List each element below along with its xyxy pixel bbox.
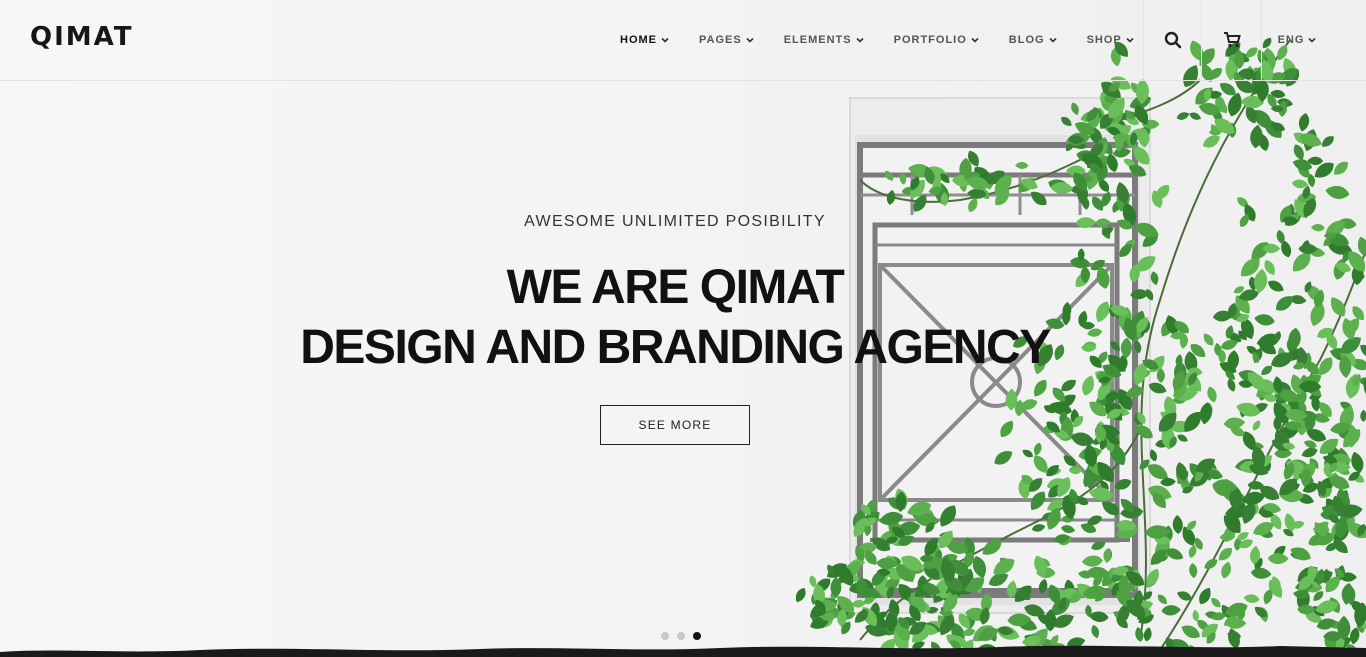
nav-item-portfolio[interactable]: PORTFOLIO bbox=[894, 34, 979, 46]
nav-item-elements[interactable]: ELEMENTS bbox=[784, 34, 864, 46]
chevron-down-icon bbox=[1126, 37, 1134, 43]
logo[interactable]: QIMAT bbox=[30, 22, 134, 52]
nav-item-label: HOME bbox=[620, 34, 657, 46]
chevron-down-icon bbox=[1048, 37, 1057, 43]
language-selector[interactable]: ENG bbox=[1261, 0, 1332, 80]
chevron-down-icon bbox=[1308, 37, 1316, 43]
slider-dot-2[interactable] bbox=[677, 632, 685, 640]
nav-item-home[interactable]: HOME bbox=[620, 34, 669, 46]
slider-pagination bbox=[661, 632, 709, 640]
nav-item-label: PORTFOLIO bbox=[893, 34, 967, 46]
chevron-down-icon bbox=[661, 37, 669, 43]
chevron-down-icon bbox=[746, 37, 754, 43]
nav-item-label: BLOG bbox=[1008, 34, 1045, 46]
slider-dot-1[interactable] bbox=[661, 632, 669, 640]
cart-icon bbox=[1224, 32, 1241, 48]
nav-item-label: SHOP bbox=[1086, 34, 1122, 46]
search-icon bbox=[1164, 31, 1182, 49]
cart-button[interactable] bbox=[1201, 0, 1262, 80]
chevron-down-icon bbox=[971, 37, 979, 43]
hero-headline-line1: WE ARE QIMAT bbox=[506, 261, 845, 314]
main-nav: HOME PAGES ELEMENTS PORTFOLIO BLOG SHOP bbox=[620, 0, 1164, 80]
slider-dot-3[interactable] bbox=[693, 632, 701, 640]
nav-item-label: PAGES bbox=[699, 34, 742, 46]
nav-item-shop[interactable]: SHOP bbox=[1087, 34, 1134, 46]
nav-item-pages[interactable]: PAGES bbox=[699, 34, 754, 46]
nav-item-label: ELEMENTS bbox=[783, 34, 852, 46]
chevron-down-icon bbox=[856, 37, 864, 43]
page: QIMAT HOME PAGES ELEMENTS PORTFOLIO BLOG bbox=[0, 0, 1366, 657]
hero-tagline: AWESOME UNLIMITED POSIBILITY bbox=[524, 213, 826, 230]
see-more-button[interactable]: SEE MORE bbox=[600, 405, 750, 445]
site-header: QIMAT HOME PAGES ELEMENTS PORTFOLIO BLOG bbox=[0, 0, 1366, 81]
hero-headline-line2: DESIGN AND BRANDING AGENCY bbox=[300, 321, 1051, 374]
nav-item-blog[interactable]: BLOG bbox=[1009, 34, 1057, 46]
language-label: ENG bbox=[1277, 34, 1305, 46]
search-button[interactable] bbox=[1143, 0, 1202, 80]
